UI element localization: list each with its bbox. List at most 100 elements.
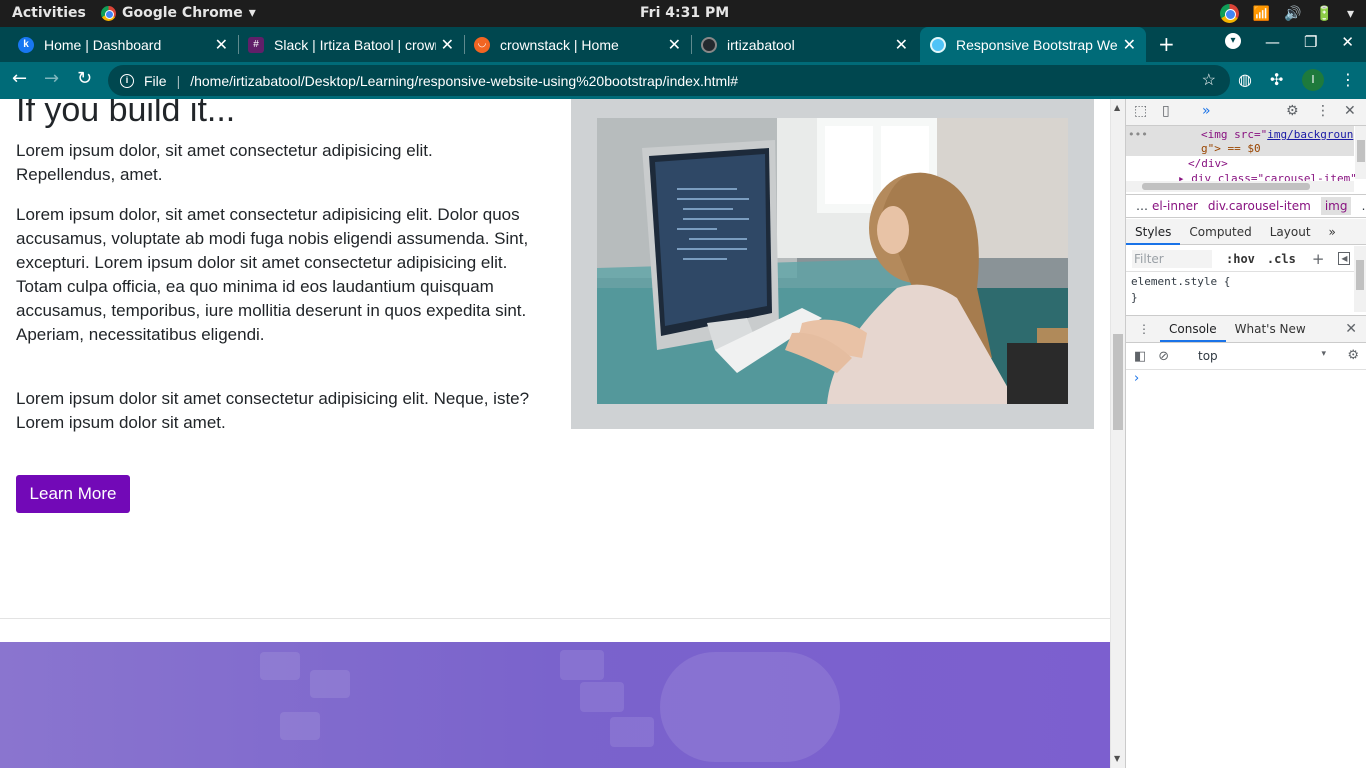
battery-icon[interactable]: 🔋 [1316,6,1333,22]
breadcrumb-item[interactable]: el-inner [1152,199,1198,213]
styles-filter-bar: Filter :hov .cls + ◂ [1126,246,1366,272]
drawer-menu-icon[interactable]: ⋮ [1138,322,1150,336]
clock[interactable]: Fri 4:31 PM [640,5,729,21]
slack-icon: # [248,36,264,53]
app-menu[interactable]: Google Chrome ▾ [101,5,256,21]
browser-toolbar: ← → ↻ i File | /home/irtizabatool/Deskto… [0,62,1366,99]
tab-console[interactable]: Console [1160,316,1226,342]
breadcrumb-item[interactable]: … [1361,199,1366,213]
close-drawer-icon[interactable]: ✕ [1345,321,1357,337]
close-icon[interactable]: ✕ [668,35,681,55]
tab-whats-new[interactable]: What's New [1226,316,1315,342]
scrollbar-thumb[interactable] [1357,140,1365,162]
minimize-icon[interactable]: — [1265,33,1280,51]
console-prompt[interactable]: › [1134,371,1139,386]
image-frame [571,99,1094,429]
volume-icon[interactable]: 🔊 [1284,6,1301,22]
show-sidebar-icon[interactable]: ◧ [1134,349,1146,364]
back-arrow-icon[interactable]: ← [12,68,27,89]
forward-arrow-icon[interactable]: → [44,68,59,89]
maximize-icon[interactable]: ❐ [1304,33,1317,51]
wifi-icon[interactable]: 📶 [1253,6,1270,22]
breadcrumb-item[interactable]: … [1136,199,1148,213]
hov-toggle[interactable]: :hov [1226,252,1255,266]
profile-avatar[interactable]: I [1302,69,1324,91]
close-icon[interactable]: ✕ [215,35,228,55]
dom-breadcrumbs: … el-inner div.carousel-item img … [1126,194,1366,218]
tab-home-dashboard[interactable]: k Home | Dashboard ✕ [0,27,239,62]
more-menu-icon[interactable]: ⋮ [1340,70,1356,89]
close-icon[interactable]: ✕ [895,35,908,55]
caret-down-icon: ▾ [1321,349,1326,359]
elements-line[interactable]: <img src="img/backgroun [1201,128,1353,141]
keyboard-key-shape [560,650,604,680]
globe-extension-icon[interactable]: ◍ [1238,70,1252,89]
close-icon[interactable]: ✕ [441,35,454,55]
element-style-selector[interactable]: element.style { [1131,274,1354,290]
context-selector[interactable]: top ▾ [1198,349,1326,363]
bookmark-star-icon[interactable]: ☆ [1202,70,1216,90]
info-icon[interactable]: i [120,73,134,88]
hero-background-section [0,642,1110,768]
styles-pane-tabs: Styles Computed Layout » [1126,219,1366,245]
elements-horizontal-scrollbar[interactable] [1126,181,1354,192]
chrome-tray-icon[interactable] [1219,4,1239,23]
toggle-sidebar-icon[interactable]: ◂ [1338,252,1351,265]
device-toolbar-icon[interactable]: ▯ [1162,103,1170,119]
reload-icon[interactable]: ↻ [77,68,92,89]
page-scrollbar[interactable]: ▲ ▼ [1110,99,1125,768]
scrollbar-thumb[interactable] [1142,183,1310,190]
close-window-icon[interactable]: ✕ [1341,33,1354,51]
more-tabs-icon[interactable]: » [1320,219,1345,245]
closing-paragraph: Lorem ipsum dolor sit amet consectetur a… [16,389,530,432]
tab-crownstack[interactable]: ◡ crownstack | Home ✕ [464,27,692,62]
divider: | [176,72,181,89]
woman-at-computer-image [597,118,1068,404]
more-options-icon[interactable]: ⋮ [1316,103,1330,119]
tab-slack[interactable]: # Slack | Irtiza Batool | crownstack ✕ [238,27,465,62]
clear-console-icon[interactable]: ⊘ [1158,349,1169,364]
cls-toggle[interactable]: .cls [1267,252,1296,266]
learn-more-button[interactable]: Learn More [16,475,130,513]
elements-line[interactable]: </div> [1188,157,1228,170]
system-tray[interactable]: 📶 🔊 🔋 ▾ [1219,4,1354,23]
close-devtools-icon[interactable]: ✕ [1344,103,1356,119]
body-paragraph: Lorem ipsum dolor, sit amet consectetur … [16,205,529,344]
settings-gear-icon[interactable]: ⚙ [1286,103,1299,119]
breadcrumb-item-current[interactable]: img [1320,197,1352,215]
section-heading: If you build it... [16,99,236,129]
scrollbar-thumb[interactable] [1356,260,1364,290]
tab-computed[interactable]: Computed [1180,219,1260,245]
inspect-element-icon[interactable]: ⬚ [1134,103,1147,119]
address-bar[interactable]: i File | /home/irtizabatool/Desktop/Lear… [108,65,1230,96]
ellipsis-icon[interactable]: ••• [1128,128,1148,141]
activities-button[interactable]: Activities [12,5,86,21]
styles-filter-input[interactable]: Filter [1132,249,1212,268]
scroll-down-arrow-icon[interactable]: ▼ [1114,754,1120,763]
new-tab-button[interactable]: + [1158,32,1175,56]
chevron-down-icon: ▾ [248,5,256,21]
section-divider [0,618,1110,619]
elements-line[interactable]: g"> == $0 [1201,142,1261,155]
scroll-up-arrow-icon[interactable]: ▲ [1114,103,1120,112]
more-panels-icon[interactable]: » [1202,103,1211,119]
img-tag: <img src=" [1201,128,1268,141]
elements-scrollbar[interactable] [1355,126,1366,179]
tab-search-icon[interactable]: ▾ [1224,33,1241,49]
scrollbar-thumb[interactable] [1113,334,1123,430]
tab-title: Slack | Irtiza Batool | crownstack [274,36,436,53]
tab-styles[interactable]: Styles [1126,219,1181,245]
tab-github[interactable]: irtizabatool ✕ [691,27,918,62]
styles-rules[interactable]: element.style { } [1126,272,1354,306]
url-text[interactable]: /home/irtizabatool/Desktop/Learning/resp… [190,73,738,89]
new-style-rule-icon[interactable]: + [1312,250,1325,268]
close-icon[interactable]: ✕ [1123,35,1136,55]
puzzle-extensions-icon[interactable]: ✣ [1270,70,1283,89]
tab-responsive-bootstrap[interactable]: Responsive Bootstrap Website ✕ [920,27,1146,62]
breadcrumb-item[interactable]: div.carousel-item [1208,199,1311,213]
console-settings-gear-icon[interactable]: ⚙ [1347,348,1359,363]
chevron-down-icon[interactable]: ▾ [1347,6,1354,22]
tab-layout[interactable]: Layout [1261,219,1320,245]
img-src-link[interactable]: img/backgroun [1267,128,1353,141]
styles-scrollbar[interactable] [1354,246,1366,312]
